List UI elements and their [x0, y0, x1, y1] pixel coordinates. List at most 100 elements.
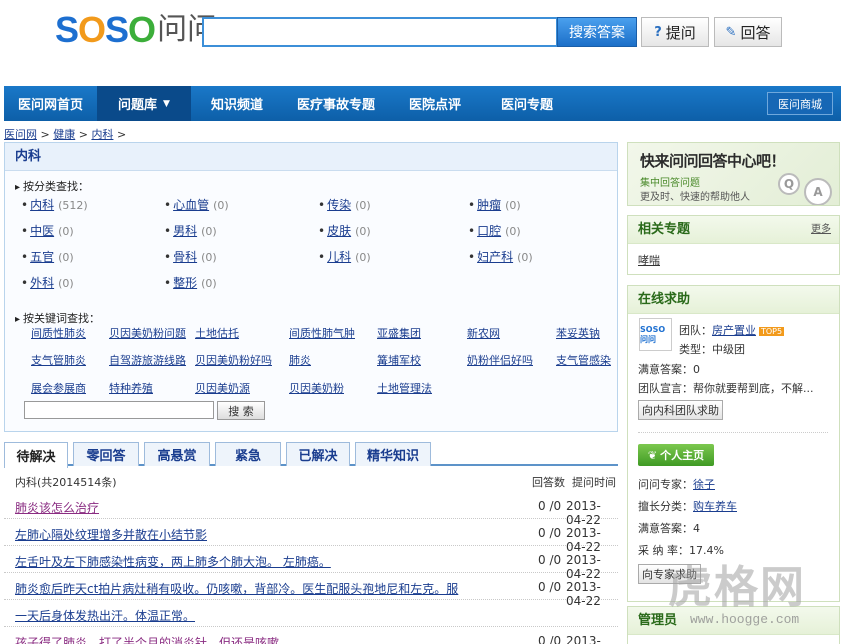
keyword-link[interactable]: 亚盛集团 [377, 325, 421, 341]
breadcrumb-health[interactable]: 健康 [53, 128, 75, 141]
category-link[interactable]: 皮肤 [327, 224, 351, 238]
keyword-link[interactable]: 自驾游旅游线路 [109, 352, 186, 368]
category-box-title: 内科 [5, 143, 617, 171]
team-name-link[interactable]: 房产置业 [712, 324, 756, 337]
keyword-search-input[interactable] [24, 401, 214, 419]
search-button[interactable]: 搜索答案 [557, 17, 637, 47]
nav-item-topics[interactable]: 医问专题 [481, 86, 573, 121]
answer-count: 0 /0 [538, 526, 562, 540]
category-count: (0) [58, 277, 74, 290]
category-link[interactable]: 儿科 [327, 250, 351, 264]
category-link[interactable]: 五官 [30, 250, 54, 264]
nav-item-shop[interactable]: 医问商城 [767, 92, 833, 115]
question-title-link[interactable]: 一天后身体发热出汗。体温正常。 [15, 607, 195, 624]
nav-item-question-library[interactable]: 问题库 ▼ [97, 86, 191, 121]
keyword-link[interactable]: 特种养殖 [109, 380, 153, 396]
tab-zero-answer[interactable]: 零回答 [73, 442, 139, 466]
category-count: (0) [201, 277, 217, 290]
category-item: • 儿科 (0) [318, 250, 371, 264]
question-list-header: 内科(共2014514条) 回答数 提问时间 [4, 470, 618, 490]
question-title-link[interactable]: 左肺心隔处纹理增多并散在小结节影 [15, 526, 207, 543]
category-link[interactable]: 中医 [30, 224, 54, 238]
keyword-link[interactable]: 展会参展商 [31, 380, 86, 396]
keyword-link[interactable]: 新农网 [467, 325, 500, 341]
team-logo: SOSO问问 [639, 318, 672, 351]
tab-urgent[interactable]: 紧急 [215, 442, 281, 466]
category-link[interactable]: 骨科 [173, 250, 197, 264]
banner-line-1: 集中回答问题 [640, 178, 700, 189]
keyword-link[interactable]: 支气管感染 [556, 352, 611, 368]
tab-high-reward[interactable]: 高悬赏 [144, 442, 210, 466]
nav-item-home[interactable]: 医问网首页 [4, 86, 97, 121]
category-count: (0) [355, 251, 371, 264]
search-input[interactable] [202, 17, 558, 47]
keyword-link[interactable]: 贝因美奶粉好吗 [195, 352, 272, 368]
question-title-link[interactable]: 孩子得了肺炎，打了半个月的消炎针，但还是咳嗽 [15, 634, 279, 644]
category-link[interactable]: 外科 [30, 276, 54, 290]
expert-name-link[interactable]: 徐子 [693, 478, 715, 491]
tab-solved[interactable]: 已解决 [286, 442, 350, 466]
keyword-link[interactable]: 贝因美奶粉 [289, 380, 344, 396]
breadcrumb-internal[interactable]: 内科 [91, 128, 113, 141]
category-item: • 男科 (0) [164, 224, 217, 238]
category-link[interactable]: 内科 [30, 198, 54, 212]
keyword-link[interactable]: 间质性肺气肿 [289, 325, 355, 341]
soso-logo[interactable]: SOSO 问问 [55, 10, 217, 50]
specialty-link[interactable]: 购车养车 [693, 500, 737, 513]
category-count: (0) [201, 251, 217, 264]
category-link[interactable]: 妇产科 [477, 250, 513, 264]
expert-adoption: 采 纳 率：17.4% [638, 544, 724, 557]
answer-button[interactable]: ✎ 回答 [714, 17, 782, 47]
keyword-search-button[interactable]: 搜 索 [217, 401, 265, 420]
keyword-link[interactable]: 篝埔军校 [377, 352, 421, 368]
keyword-link[interactable]: 奶粉伴侣好吗 [467, 352, 533, 368]
category-link[interactable]: 传染 [327, 198, 351, 212]
logo-text: SOSO [55, 9, 156, 50]
tab-featured[interactable]: 精华知识 [355, 442, 431, 466]
breadcrumb-home[interactable]: 医问网 [4, 128, 37, 141]
banner-headline: 快来问问回答中心吧！ [640, 152, 786, 170]
keyword-link[interactable]: 土地估托 [195, 325, 239, 341]
category-item: • 中医 (0) [21, 224, 74, 238]
related-more-link[interactable]: 更多 [811, 216, 831, 244]
category-link[interactable]: 整形 [173, 276, 197, 290]
keyword-link[interactable]: 肺炎 [289, 352, 311, 368]
q-bubble-icon: Q [778, 173, 800, 195]
keyword-link[interactable]: 间质性肺炎 [31, 325, 86, 341]
keyword-link[interactable]: 苯妥英钠 [556, 325, 600, 341]
personal-page-button[interactable]: ❦ 个人主页 [638, 444, 714, 466]
category-item: • 口腔 (0) [468, 224, 521, 238]
question-row: 左肺心隔处纹理增多并散在小结节影 0 /0 2013-04-22 [4, 520, 618, 554]
question-title-link[interactable]: 肺炎愈后昨天ct拍片病灶稍有吸收。仍咳嗽，背部冷。医生配服头孢地尼和左克。服 [15, 580, 458, 597]
category-count: (0) [505, 225, 521, 238]
category-item: • 外科 (0) [21, 276, 74, 290]
keyword-link[interactable]: 贝因美奶粉问题 [109, 325, 186, 341]
expert-satisfied: 满意答案：4 [638, 522, 700, 535]
category-count: (0) [355, 225, 371, 238]
team-satisfied: 满意答案：0 [638, 363, 700, 376]
question-row: 孩子得了肺炎，打了半个月的消炎针，但还是咳嗽 0 /0 2013-04-22 [4, 628, 618, 644]
tab-pending[interactable]: 待解决 [4, 442, 68, 468]
category-link[interactable]: 男科 [173, 224, 197, 238]
category-item: • 内科 (512) [21, 198, 88, 212]
ask-button[interactable]: ? 提问 [641, 17, 709, 47]
nav-item-hospital-review[interactable]: 医院点评 [389, 86, 481, 121]
question-row: 肺炎愈后昨天ct拍片病灶稍有吸收。仍咳嗽，背部冷。医生配服头孢地尼和左克。服 0 … [4, 574, 618, 608]
keyword-link[interactable]: 支气管肺炎 [31, 352, 86, 368]
answer-count: 0 /0 [538, 553, 562, 567]
answer-center-banner[interactable]: 快来问问回答中心吧！ 集中回答问题 更及时、快速的帮助他人 Q A [627, 142, 840, 206]
keyword-link[interactable]: 土地管理法 [377, 380, 432, 396]
main-nav: 医问网首页 问题库 ▼ 知识频道 医疗事故专题 医院点评 医问专题 医问商城 [4, 86, 841, 121]
leaf-icon: ❦ [647, 448, 658, 462]
nav-item-knowledge[interactable]: 知识频道 [191, 86, 283, 121]
nav-item-accident[interactable]: 医疗事故专题 [283, 86, 389, 121]
category-link[interactable]: 肿瘤 [477, 198, 501, 212]
question-title-link[interactable]: 肺炎该怎么治疗 [15, 499, 99, 516]
category-link[interactable]: 口腔 [477, 224, 501, 238]
question-title-link[interactable]: 左舌叶及左下肺感染性病变，两上肺多个肺大泡。 左肺癌。 [15, 553, 331, 570]
related-item[interactable]: 哮喘 [638, 252, 660, 268]
category-count: (0) [58, 225, 74, 238]
keyword-link[interactable]: 贝因美奶源 [195, 380, 250, 396]
category-link[interactable]: 心血管 [173, 198, 209, 212]
team-help-button[interactable]: 向内科团队求助 [638, 400, 723, 420]
